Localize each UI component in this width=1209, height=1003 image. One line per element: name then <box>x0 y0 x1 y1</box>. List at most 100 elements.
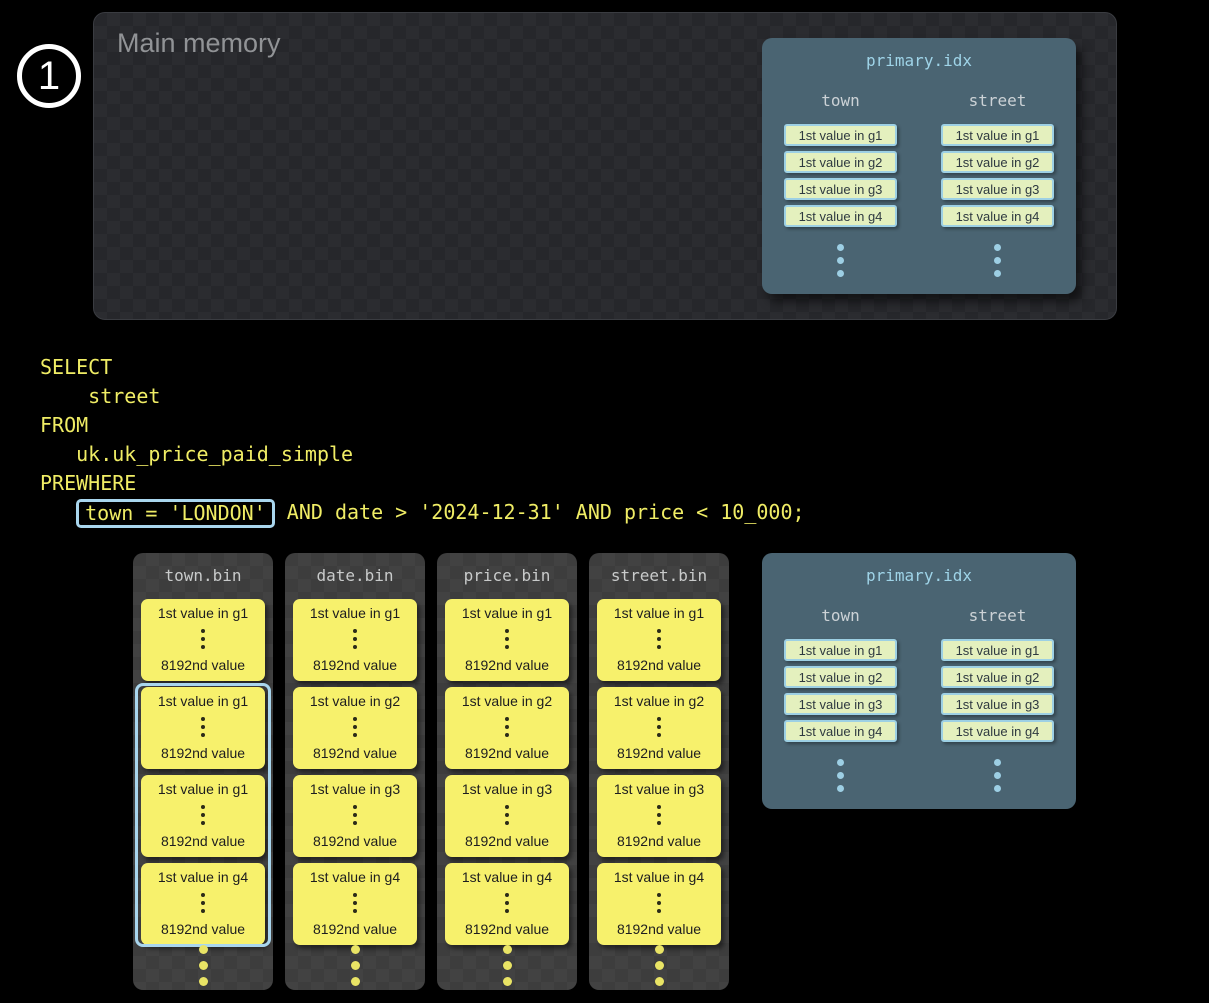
primary-idx-panel-disk: primary.idx town 1st value in g1 1st val… <box>762 553 1076 809</box>
primary-idx-column-street: street 1st value in g1 1st value in g2 1… <box>919 91 1076 277</box>
index-entry-chip: 1st value in g2 <box>784 151 897 173</box>
bin-title: price.bin <box>437 553 577 585</box>
ellipsis-dots-icon <box>505 717 509 737</box>
granule-first-value: 1st value in g1 <box>310 605 400 621</box>
granule-last-value: 8192nd value <box>161 657 245 673</box>
index-entry-chip: 1st value in g3 <box>784 693 897 715</box>
granule-block: 1st value in g1 8192nd value <box>141 775 265 857</box>
granule-last-value: 8192nd value <box>465 833 549 849</box>
primary-idx-column-town: town 1st value in g1 1st value in g2 1st… <box>762 91 919 277</box>
ellipsis-dots-icon <box>201 717 205 737</box>
ellipsis-dots-icon <box>201 893 205 913</box>
granule-first-value: 1st value in g1 <box>462 605 552 621</box>
step-1-badge: 1 <box>17 44 81 108</box>
primary-idx-title: primary.idx <box>762 553 1076 585</box>
ellipsis-dots-icon <box>353 629 357 649</box>
granule-last-value: 8192nd value <box>313 745 397 761</box>
granule-last-value: 8192nd value <box>617 657 701 673</box>
ellipsis-dots-icon <box>201 629 205 649</box>
granule-last-value: 8192nd value <box>313 833 397 849</box>
granule-last-value: 8192nd value <box>313 657 397 673</box>
bin-date: date.bin 1st value in g1 8192nd value 1s… <box>285 553 425 990</box>
granule-first-value: 1st value in g3 <box>310 781 400 797</box>
primary-idx-panel-memory: primary.idx town 1st value in g1 1st val… <box>762 38 1076 294</box>
sql-line-predicates: town = 'LONDON' AND date > '2024-12-31' … <box>40 498 805 527</box>
granule-last-value: 8192nd value <box>617 921 701 937</box>
granule-block: 1st value in g3 8192nd value <box>445 775 569 857</box>
column-header-town: town <box>821 91 860 110</box>
granule-block: 1st value in g2 8192nd value <box>597 687 721 769</box>
index-entry-chip: 1st value in g3 <box>941 693 1054 715</box>
step-1-number: 1 <box>38 54 60 99</box>
index-entry-chip: 1st value in g2 <box>941 151 1054 173</box>
sql-line-street: street <box>40 382 805 411</box>
granule-last-value: 8192nd value <box>465 745 549 761</box>
index-entry-chip: 1st value in g3 <box>784 178 897 200</box>
ellipsis-dots-icon <box>657 717 661 737</box>
granule-block: 1st value in g1 8192nd value <box>293 599 417 681</box>
granule-first-value: 1st value in g1 <box>158 781 248 797</box>
granule-last-value: 8192nd value <box>161 745 245 761</box>
granule-block: 1st value in g4 8192nd value <box>445 863 569 945</box>
granule-first-value: 1st value in g1 <box>158 605 248 621</box>
sql-indent <box>40 500 76 524</box>
granule-first-value: 1st value in g4 <box>310 869 400 885</box>
sql-line-table: uk.uk_price_paid_simple <box>40 440 805 469</box>
ellipsis-dots-icon <box>994 759 1001 792</box>
ellipsis-dots-icon <box>353 893 357 913</box>
diagram-canvas: 1 Main memory primary.idx town 1st value… <box>0 0 1209 1003</box>
granule-first-value: 1st value in g2 <box>614 693 704 709</box>
primary-idx-columns: town 1st value in g1 1st value in g2 1st… <box>762 606 1076 792</box>
primary-idx-column-street: street 1st value in g1 1st value in g2 1… <box>919 606 1076 792</box>
ellipsis-dots-icon <box>589 945 729 986</box>
granule-first-value: 1st value in g4 <box>462 869 552 885</box>
bin-street: street.bin 1st value in g1 8192nd value … <box>589 553 729 990</box>
granule-first-value: 1st value in g3 <box>462 781 552 797</box>
granule-stack: 1st value in g1 8192nd value 1st value i… <box>141 599 265 951</box>
index-entry-chip: 1st value in g2 <box>784 666 897 688</box>
ellipsis-dots-icon <box>837 759 844 792</box>
ellipsis-dots-icon <box>994 244 1001 277</box>
ellipsis-dots-icon <box>285 945 425 986</box>
sql-line-from: FROM <box>40 411 805 440</box>
granule-block: 1st value in g1 8192nd value <box>141 599 265 681</box>
granule-stack: 1st value in g1 8192nd value 1st value i… <box>597 599 721 951</box>
ellipsis-dots-icon <box>353 805 357 825</box>
granule-last-value: 8192nd value <box>617 745 701 761</box>
granule-last-value: 8192nd value <box>161 921 245 937</box>
granule-block: 1st value in g2 8192nd value <box>293 687 417 769</box>
granule-block: 1st value in g3 8192nd value <box>293 775 417 857</box>
granule-block: 1st value in g1 8192nd value <box>141 687 265 769</box>
ellipsis-dots-icon <box>505 805 509 825</box>
primary-idx-columns: town 1st value in g1 1st value in g2 1st… <box>762 91 1076 277</box>
bin-title: town.bin <box>133 553 273 585</box>
index-entry-chip: 1st value in g1 <box>784 639 897 661</box>
granule-first-value: 1st value in g4 <box>614 869 704 885</box>
bin-town: town.bin 1st value in g1 8192nd value 1s… <box>133 553 273 990</box>
granule-first-value: 1st value in g1 <box>614 605 704 621</box>
column-header-town: town <box>821 606 860 625</box>
granule-stack: 1st value in g1 8192nd value 1st value i… <box>293 599 417 951</box>
ellipsis-dots-icon <box>657 805 661 825</box>
ellipsis-dots-icon <box>837 244 844 277</box>
index-entry-chip: 1st value in g4 <box>941 205 1054 227</box>
sql-query-code: SELECT street FROM uk.uk_price_paid_simp… <box>40 353 805 527</box>
granule-last-value: 8192nd value <box>313 921 397 937</box>
granule-block: 1st value in g3 8192nd value <box>597 775 721 857</box>
granule-first-value: 1st value in g1 <box>158 693 248 709</box>
index-entry-chip: 1st value in g1 <box>784 124 897 146</box>
index-entry-chip: 1st value in g1 <box>941 124 1054 146</box>
granule-block: 1st value in g4 8192nd value <box>141 863 265 945</box>
primary-idx-title: primary.idx <box>762 38 1076 70</box>
column-files-row: town.bin 1st value in g1 8192nd value 1s… <box>133 553 729 990</box>
granule-first-value: 1st value in g4 <box>158 869 248 885</box>
sql-predicates-rest: AND date > '2024-12-31' AND price < 10_0… <box>275 500 805 524</box>
index-entry-chip: 1st value in g4 <box>784 720 897 742</box>
prewhere-predicate-highlight: town = 'LONDON' <box>76 499 275 528</box>
granule-block: 1st value in g1 8192nd value <box>597 599 721 681</box>
main-memory-title: Main memory <box>117 28 281 59</box>
index-entry-chip: 1st value in g4 <box>941 720 1054 742</box>
granule-last-value: 8192nd value <box>161 833 245 849</box>
ellipsis-dots-icon <box>505 629 509 649</box>
index-entry-chip: 1st value in g4 <box>784 205 897 227</box>
